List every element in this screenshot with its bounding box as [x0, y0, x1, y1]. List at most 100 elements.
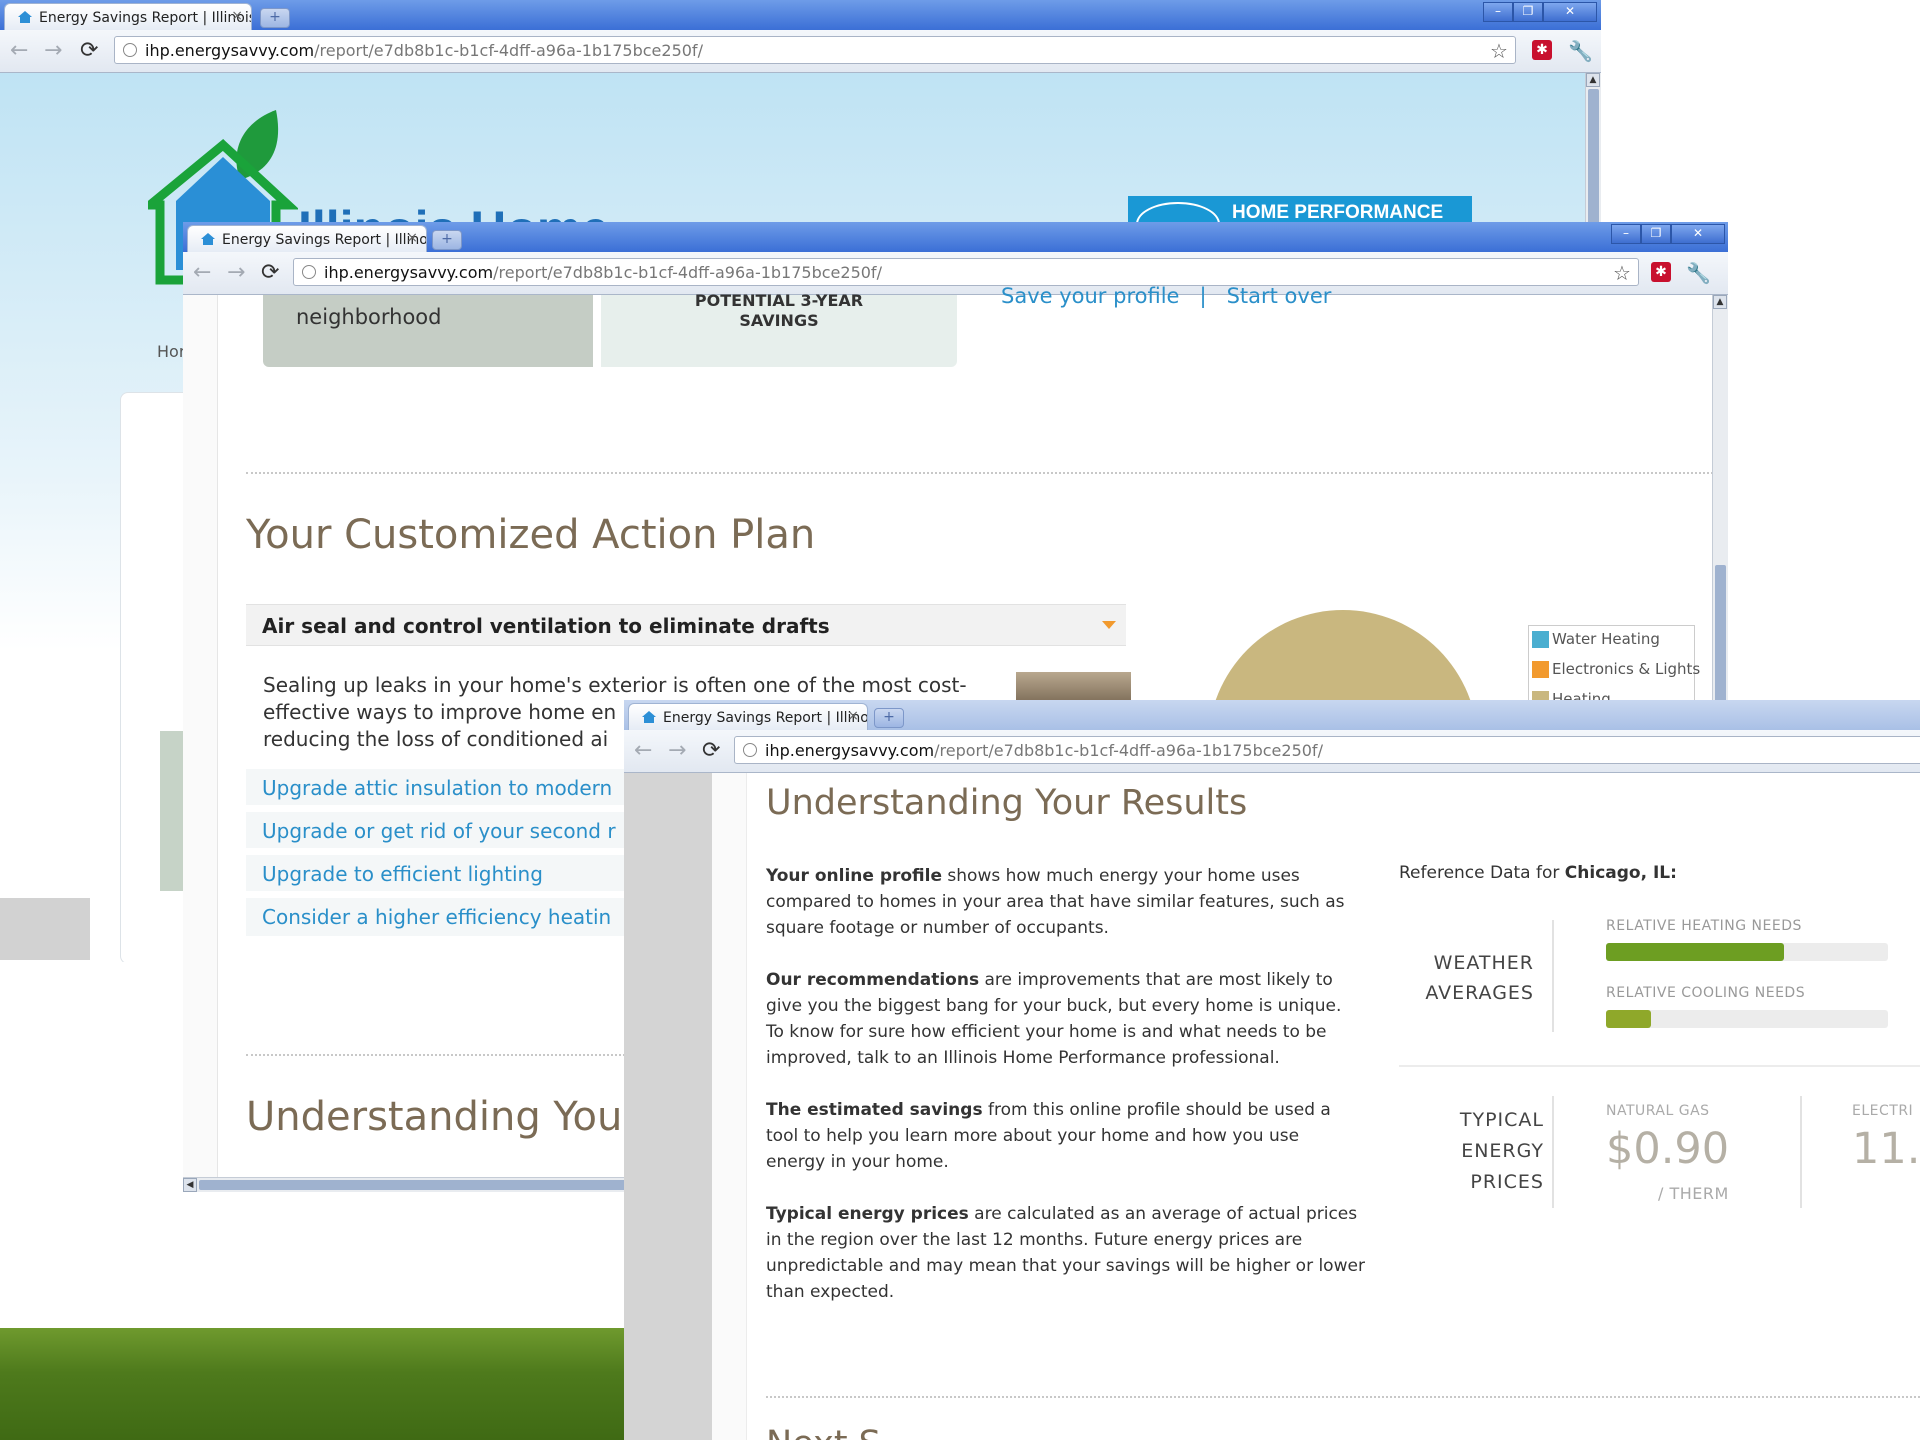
legend-item-electronics: Electronics & Lights	[1532, 660, 1700, 678]
scroll-left-button[interactable]: ◀	[183, 1178, 197, 1192]
new-tab-button[interactable]: +	[260, 8, 290, 28]
reference-data-label: Reference Data for Chicago, IL:	[1399, 863, 1677, 883]
paragraph-prices: Typical energy prices are calculated as …	[766, 1201, 1366, 1305]
tab-close-icon[interactable]: ×	[406, 230, 418, 246]
reference-prefix: Reference Data for	[1399, 863, 1565, 883]
neighborhood-label: neighborhood	[296, 305, 442, 329]
page-left-margin	[183, 295, 218, 1177]
forward-arrow-icon[interactable]: →	[227, 260, 245, 285]
tab-close-icon[interactable]: ×	[231, 8, 243, 24]
back-arrow-icon[interactable]: ←	[193, 260, 211, 285]
heating-label: RELATIVE HEATING NEEDS	[1606, 918, 1802, 934]
prices-label-line2: ENERGY	[1461, 1140, 1544, 1162]
new-tab-button[interactable]: +	[432, 230, 462, 250]
house-favicon-icon	[18, 11, 32, 23]
wrench-icon[interactable]: 🔧	[1568, 39, 1593, 63]
gas-unit: / THERM	[1658, 1184, 1729, 1203]
bold-lead: Your online profile	[766, 866, 943, 886]
cooling-bar-track	[1606, 1010, 1888, 1028]
green-sidebar-strip	[160, 731, 184, 891]
legend-label: Electronics & Lights	[1552, 660, 1701, 678]
gray-block	[0, 898, 90, 960]
legend-item-water-heating: Water Heating	[1532, 630, 1660, 648]
gas-label: NATURAL GAS	[1606, 1103, 1710, 1119]
weather-label-line1: WEATHER	[1433, 952, 1534, 974]
address-bar[interactable]: ihp.energysavvy.com/report/e7db8b1c-b1cf…	[114, 36, 1516, 64]
close-button[interactable]: ✕	[1543, 2, 1597, 22]
reload-icon[interactable]: ⟳	[80, 38, 98, 63]
text-line: are calculated as an average of actual p…	[968, 1204, 1358, 1224]
url-domain: ihp.energysavvy.com	[765, 741, 935, 760]
scroll-up-button[interactable]: ▲	[1586, 73, 1600, 87]
recommendation-header[interactable]: Air seal and control ventilation to elim…	[246, 604, 1126, 646]
minimize-button[interactable]: –	[1611, 224, 1641, 244]
restore-button[interactable]: ❐	[1641, 224, 1671, 244]
bookmark-star-icon[interactable]: ☆	[1490, 39, 1508, 63]
close-button[interactable]: ✕	[1671, 224, 1725, 244]
text-line: tool to help you learn more about your h…	[766, 1126, 1300, 1146]
minimize-button[interactable]: –	[1483, 2, 1513, 22]
tab-title: Energy Savings Report | Illinois	[663, 710, 868, 726]
extension-icon[interactable]: ✱	[1532, 40, 1552, 60]
browser-toolbar: ← → ⟳ ihp.energysavvy.com/report/e7db8b1…	[183, 252, 1728, 295]
browser-tab[interactable]: Energy Savings Report | Illinois ×	[187, 225, 427, 252]
tab-title: Energy Savings Report | Illinois	[39, 10, 252, 26]
text-line: in the region over the last 12 months. F…	[766, 1230, 1303, 1250]
prices-label-line1: TYPICAL	[1459, 1109, 1544, 1131]
savings-label-line1: POTENTIAL 3-YEAR	[694, 291, 864, 310]
text-line: improved, talk to an Illinois Home Perfo…	[766, 1048, 1280, 1068]
paragraph-profile: Your online profile shows how much energ…	[766, 863, 1366, 941]
browser-toolbar: ← → ⟳ ihp.energysavvy.com/report/e7db8b1…	[0, 30, 1601, 73]
address-bar[interactable]: ihp.energysavvy.com/report/e7db8b1c-b1cf…	[293, 258, 1639, 286]
price-column-divider	[1800, 1096, 1802, 1208]
expand-caret-icon[interactable]	[1102, 621, 1116, 629]
recommendation-title: Air seal and control ventilation to elim…	[262, 614, 830, 638]
url-domain: ihp.energysavvy.com	[324, 263, 494, 282]
text-line: compared to homes in your area that have…	[766, 892, 1345, 912]
url-path: /report/e7db8b1c-b1cf-4dff-a96a-1b175bce…	[314, 41, 703, 60]
text-line: than expected.	[766, 1282, 895, 1302]
weather-divider	[1552, 920, 1554, 1032]
url-path: /report/e7db8b1c-b1cf-4dff-a96a-1b175bce…	[934, 741, 1323, 760]
text-line: are improvements that are most likely to	[979, 970, 1333, 990]
new-tab-button[interactable]: +	[874, 708, 904, 728]
reference-divider	[1399, 1065, 1920, 1067]
legend-swatch	[1532, 661, 1549, 678]
heating-bar-track	[1606, 943, 1888, 961]
browser-tab[interactable]: Energy Savings Report | Illinois ×	[628, 703, 868, 730]
back-arrow-icon[interactable]: ←	[10, 38, 28, 63]
house-favicon-icon	[201, 233, 215, 245]
scroll-up-button[interactable]: ▲	[1713, 295, 1727, 309]
wrench-icon[interactable]: 🔧	[1686, 261, 1711, 285]
reload-icon[interactable]: ⟳	[702, 738, 720, 763]
extension-icon[interactable]: ✱	[1651, 262, 1671, 282]
back-arrow-icon[interactable]: ←	[634, 738, 652, 763]
text-line: shows how much energy your home uses	[942, 866, 1300, 886]
reload-icon[interactable]: ⟳	[261, 260, 279, 285]
weather-label-line2: AVERAGES	[1425, 982, 1534, 1004]
results-heading: Understanding Your Results	[766, 783, 1248, 823]
nav-fragment[interactable]: Hor	[157, 342, 185, 361]
address-bar[interactable]: ihp.energysavvy.com/report/e7db8b1c-b1cf…	[734, 736, 1920, 764]
house-favicon-icon	[642, 711, 656, 723]
browser-window-front: Energy Savings Report | Illinois × + ← →…	[624, 700, 1920, 1440]
globe-icon	[302, 265, 316, 279]
paragraph-savings: The estimated savings from this online p…	[766, 1097, 1366, 1175]
browser-tab[interactable]: Energy Savings Report | Illinois ×	[4, 3, 252, 30]
forward-arrow-icon[interactable]: →	[44, 38, 62, 63]
browser-toolbar: ← → ⟳ ihp.energysavvy.com/report/e7db8b1…	[624, 730, 1920, 773]
section-divider	[766, 1396, 1920, 1398]
body-line-1: Sealing up leaks in your home's exterior…	[263, 673, 967, 697]
restore-button[interactable]: ❐	[1513, 2, 1543, 22]
electric-label: ELECTRI	[1852, 1103, 1914, 1119]
savings-box: POTENTIAL 3-YEAR SAVINGS	[601, 291, 957, 367]
bookmark-star-icon[interactable]: ☆	[1613, 261, 1631, 285]
forward-arrow-icon[interactable]: →	[668, 738, 686, 763]
profile-links[interactable]: Save your profile | Start over	[1001, 284, 1331, 308]
url-domain: ihp.energysavvy.com	[145, 41, 315, 60]
bold-lead: Our recommendations	[766, 970, 980, 990]
url-path: /report/e7db8b1c-b1cf-4dff-a96a-1b175bce…	[493, 263, 882, 282]
text-line: To know for sure how efficient your home…	[766, 1022, 1327, 1042]
tab-close-icon[interactable]: ×	[847, 708, 859, 724]
understanding-title-partial: Understanding Your	[246, 1094, 639, 1140]
